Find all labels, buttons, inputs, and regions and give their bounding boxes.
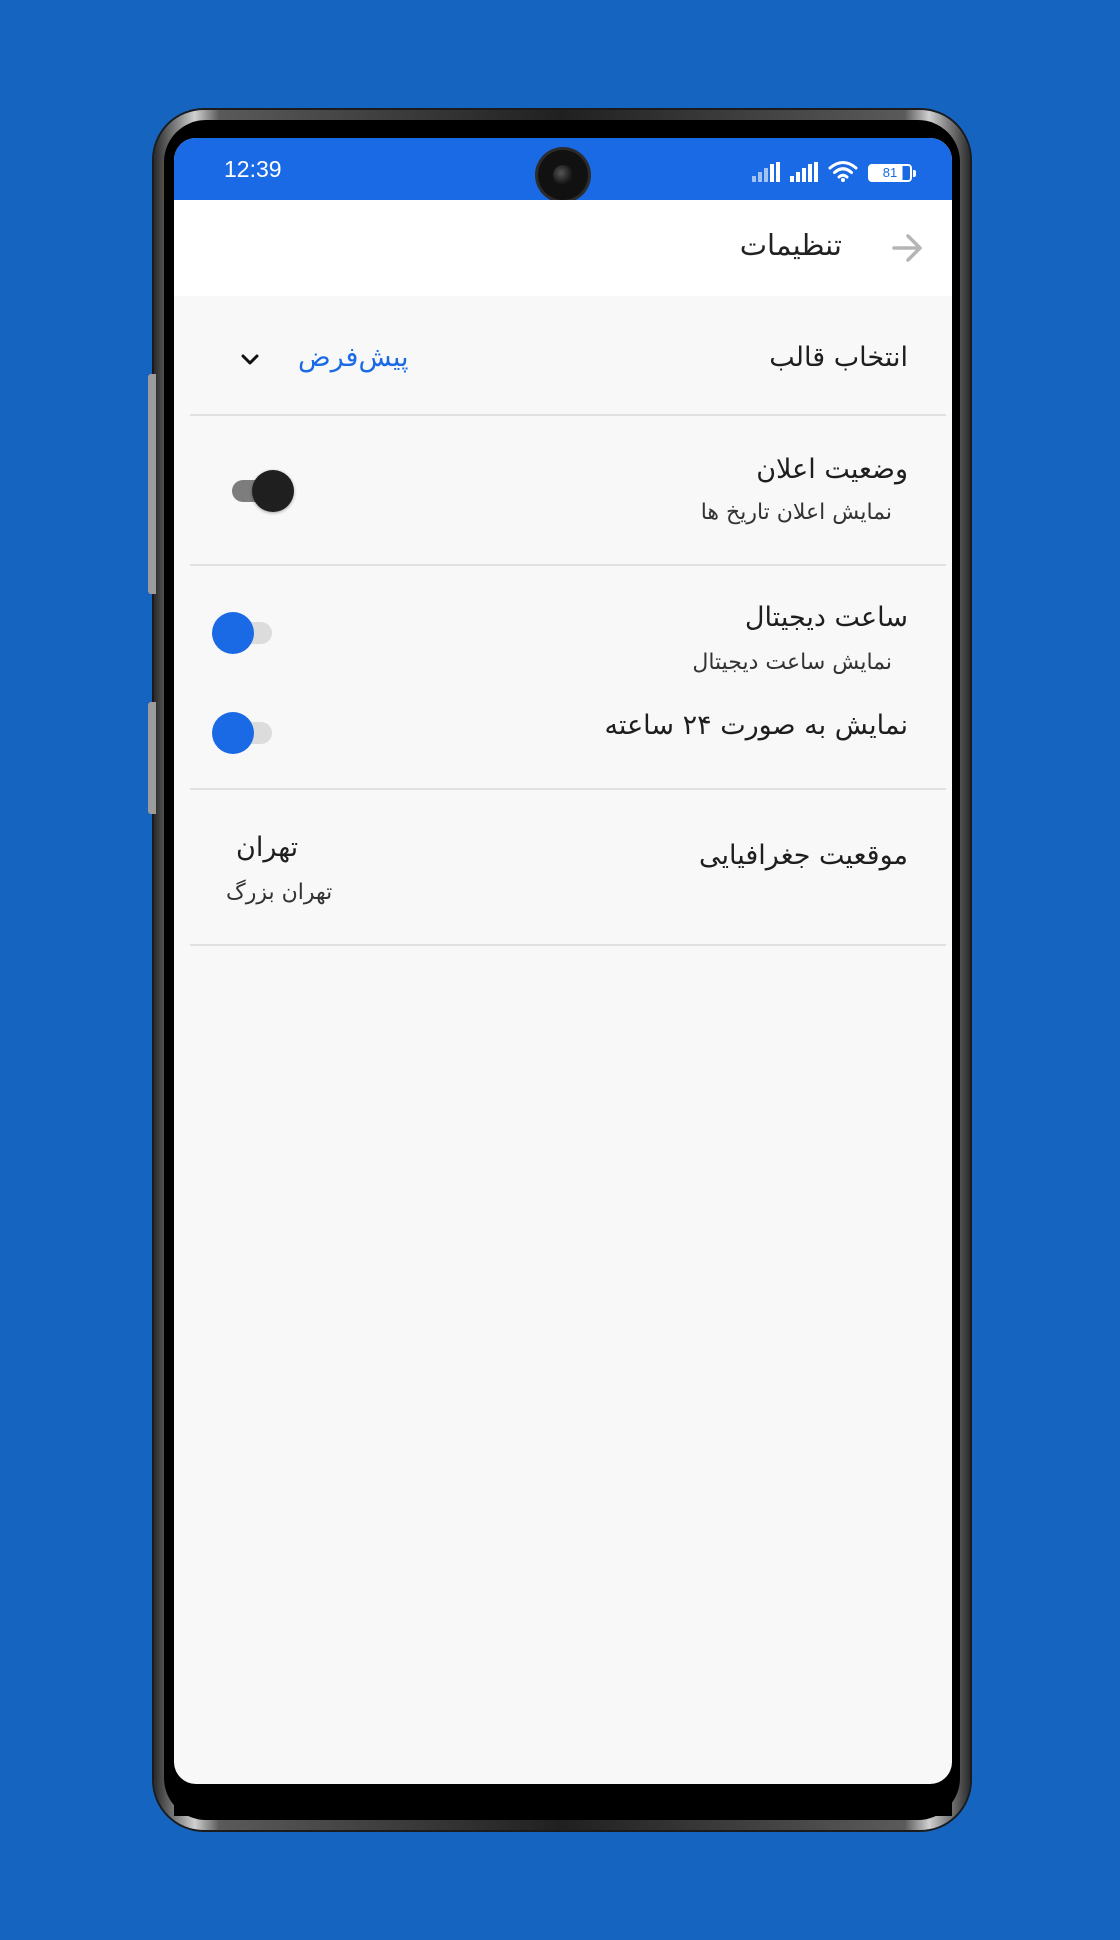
page-title: تنظیمات xyxy=(739,228,842,262)
chevron-down-icon[interactable] xyxy=(236,346,264,374)
wifi-icon xyxy=(828,161,858,182)
digital-clock-description: نمایش ساعت دیجیتال xyxy=(692,650,892,675)
clock-24h-toggle[interactable] xyxy=(212,710,272,754)
notification-description: نمایش اعلان تاریخ ها xyxy=(700,500,892,525)
power-button xyxy=(148,702,156,814)
digital-clock-toggle[interactable] xyxy=(212,610,272,654)
notification-label: وضعیت اعلان xyxy=(756,454,908,485)
front-camera xyxy=(538,150,588,200)
toggle-thumb xyxy=(252,470,294,512)
app-bar: تنظیمات xyxy=(174,200,952,296)
notification-toggle[interactable] xyxy=(228,468,294,512)
status-time: 12:39 xyxy=(224,156,282,182)
bottom-bezel xyxy=(174,1784,952,1816)
battery-icon: 81 xyxy=(868,164,916,182)
digital-clock-label: ساعت دیجیتال xyxy=(744,602,908,633)
status-bar: 12:39 81 xyxy=(174,138,952,200)
notification-setting-row: وضعیت اعلان نمایش اعلان تاریخ ها xyxy=(190,416,946,566)
location-label: موقعیت جغرافیایی xyxy=(699,840,908,871)
signal-icon xyxy=(790,162,818,182)
arrow-back-icon[interactable] xyxy=(888,228,928,268)
location-city: تهران xyxy=(236,832,299,863)
theme-label: انتخاب قالب xyxy=(769,342,908,373)
volume-button xyxy=(148,374,156,594)
toggle-thumb xyxy=(212,612,254,654)
clock-24h-label: نمایش به صورت ۲۴ ساعته xyxy=(604,710,908,741)
theme-setting-row[interactable]: انتخاب قالب پیش‌فرض xyxy=(190,296,946,416)
location-region: تهران بزرگ xyxy=(226,880,333,905)
signal-icon xyxy=(752,162,780,182)
app-screen: 12:39 81 تنظیمات انتخاب ق xyxy=(174,138,952,1784)
status-icons: 81 xyxy=(752,160,916,182)
battery-level: 81 xyxy=(882,165,898,180)
theme-value[interactable]: پیش‌فرض xyxy=(298,342,409,373)
location-setting-row[interactable]: موقعیت جغرافیایی تهران تهران بزرگ xyxy=(190,790,946,946)
toggle-thumb xyxy=(212,712,254,754)
digital-clock-setting-row: ساعت دیجیتال نمایش ساعت دیجیتال نمایش به… xyxy=(190,566,946,790)
